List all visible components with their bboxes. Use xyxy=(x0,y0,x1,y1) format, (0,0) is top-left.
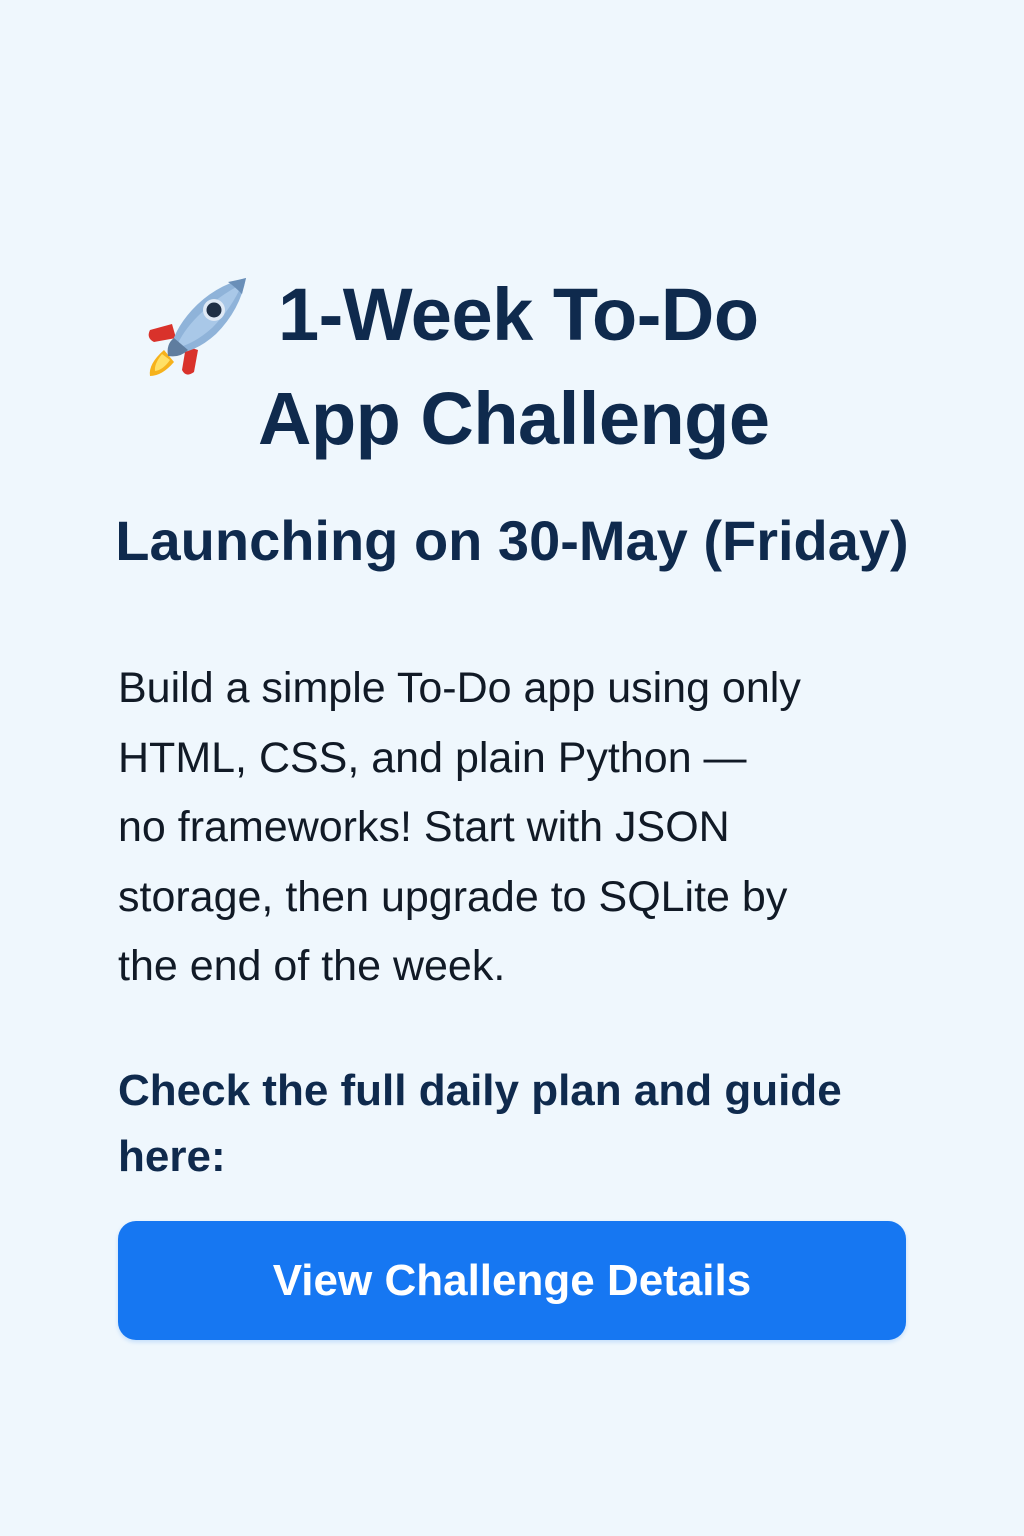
announcement-page: 1-Week To-Do App Challenge Launching on … xyxy=(0,0,1024,1536)
cta-prompt: Check the full daily plan and guide here… xyxy=(118,1066,842,1181)
view-challenge-details-button[interactable]: View Challenge Details xyxy=(118,1221,906,1340)
page-title-line-2: App Challenge xyxy=(258,377,770,460)
rocket-icon xyxy=(148,278,246,376)
title-block: 1-Week To-Do App Challenge xyxy=(140,268,900,468)
page-title-line-1: 1-Week To-Do xyxy=(278,273,759,356)
challenge-description: Build a simple To-Do app using only HTML… xyxy=(118,664,801,990)
launch-date-subtitle: Launching on 30-May (Friday) xyxy=(115,509,909,572)
